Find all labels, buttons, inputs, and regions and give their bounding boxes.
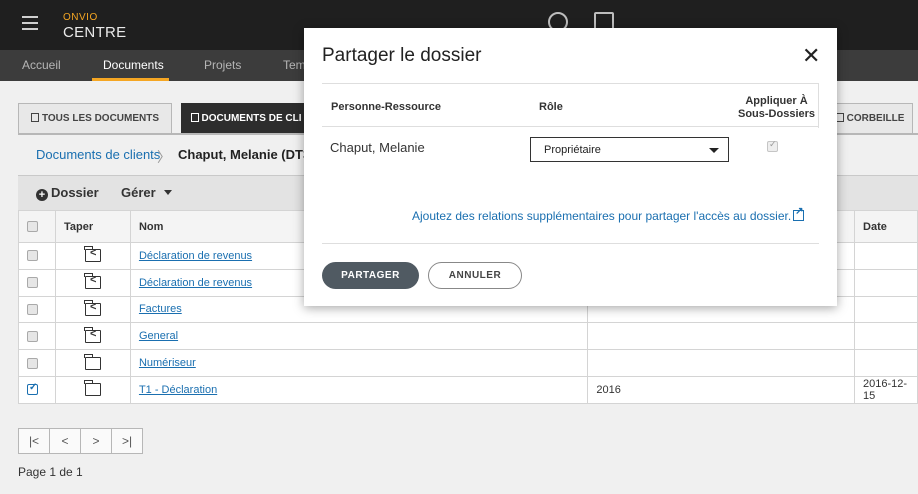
row-name-link[interactable]: Numériseur bbox=[139, 357, 196, 369]
header-role: Rôle bbox=[539, 101, 563, 113]
row-col4 bbox=[587, 349, 856, 377]
role-select-value: Propriétaire bbox=[544, 144, 601, 156]
row-col4: 2016 bbox=[587, 375, 856, 404]
folder-icon bbox=[84, 353, 101, 370]
row-checkbox[interactable] bbox=[27, 277, 38, 289]
document-icon bbox=[30, 113, 39, 122]
first-page-button[interactable]: |< bbox=[18, 428, 50, 454]
brand-logo-small: ONVIO bbox=[63, 12, 98, 23]
shared-folder-icon bbox=[84, 326, 101, 343]
manage-label: Gérer bbox=[121, 185, 156, 200]
close-icon[interactable]: ✕ bbox=[802, 45, 820, 67]
nav-item-temps[interactable]: Tem bbox=[283, 58, 306, 72]
tab-label: TOUS LES DOCUMENTS bbox=[41, 113, 160, 124]
share-button[interactable]: PARTAGER bbox=[322, 262, 419, 289]
divider bbox=[322, 126, 819, 127]
breadcrumb-current: Chaput, Melanie (DT31 bbox=[178, 147, 318, 162]
apply-subfolders-checkbox[interactable] bbox=[767, 139, 778, 152]
row-date bbox=[854, 242, 918, 270]
row-date bbox=[854, 322, 918, 351]
external-link-icon bbox=[793, 206, 805, 221]
breadcrumb-link[interactable]: Documents de clients bbox=[36, 147, 160, 162]
hamburger-menu-icon[interactable] bbox=[22, 16, 38, 30]
contact-name: Chaput, Melanie bbox=[330, 140, 425, 155]
prev-page-button[interactable]: < bbox=[49, 428, 81, 454]
tab-trash[interactable]: CORBEILLE bbox=[827, 103, 913, 134]
share-folder-dialog: Partager le dossier ✕ Personne-Ressource… bbox=[304, 28, 837, 306]
row-name-link[interactable]: Déclaration de revenus bbox=[139, 277, 252, 289]
tab-label: DOCUMENTS DE CLI bbox=[201, 113, 302, 124]
tab-label: CORBEILLE bbox=[846, 113, 905, 124]
table-row[interactable]: General bbox=[18, 322, 918, 351]
divider bbox=[322, 83, 819, 84]
row-name-link[interactable]: T1 - Déclaration bbox=[139, 384, 217, 396]
tab-client-documents[interactable]: DOCUMENTS DE CLI bbox=[181, 103, 311, 134]
nav-item-projets[interactable]: Projets bbox=[204, 58, 241, 72]
row-checkbox[interactable] bbox=[27, 250, 38, 262]
add-folder-button[interactable]: + Dossier bbox=[36, 185, 99, 201]
header-apply-subfolders: Appliquer À Sous-Dossiers bbox=[738, 95, 815, 121]
table-row[interactable]: T1 - Déclaration 2016 2016-12-15 bbox=[18, 375, 918, 404]
role-select[interactable]: Propriétaire bbox=[530, 137, 729, 162]
row-date bbox=[854, 349, 918, 377]
nav-item-documents[interactable]: Documents bbox=[103, 58, 164, 72]
page-info: Page 1 de 1 bbox=[18, 465, 83, 479]
header-type[interactable]: Taper bbox=[54, 210, 131, 243]
row-date: 2016-12-15 bbox=[854, 375, 918, 404]
row-date bbox=[854, 268, 918, 297]
row-checkbox[interactable] bbox=[27, 330, 38, 342]
row-name-link[interactable]: Factures bbox=[139, 303, 182, 315]
nav-item-accueil[interactable]: Accueil bbox=[22, 58, 61, 72]
plus-icon: + bbox=[36, 189, 48, 201]
divider bbox=[322, 243, 819, 244]
add-folder-label: Dossier bbox=[51, 185, 99, 200]
row-checkbox[interactable] bbox=[27, 304, 38, 316]
row-checkbox-checked[interactable] bbox=[27, 382, 38, 396]
caret-down-icon bbox=[163, 190, 172, 195]
row-name-link[interactable]: General bbox=[139, 330, 178, 342]
table-row[interactable]: Numériseur bbox=[18, 349, 918, 377]
people-icon bbox=[190, 113, 199, 122]
header-apply-line1: Appliquer À bbox=[745, 95, 808, 107]
header-apply-line2: Sous-Dossiers bbox=[738, 108, 816, 120]
breadcrumb-separator-icon: 〉 bbox=[157, 149, 171, 165]
row-name-link[interactable]: Déclaration de revenus bbox=[139, 250, 252, 262]
row-checkbox[interactable] bbox=[27, 357, 38, 369]
header-contact: Personne-Ressource bbox=[331, 101, 442, 113]
cancel-button[interactable]: ANNULER bbox=[428, 262, 522, 289]
caret-down-icon bbox=[709, 148, 719, 153]
last-page-button[interactable]: >| bbox=[111, 428, 143, 454]
manage-dropdown[interactable]: Gérer bbox=[121, 185, 172, 200]
header-date[interactable]: Date bbox=[854, 210, 918, 243]
dialog-title: Partager le dossier bbox=[322, 45, 482, 66]
column-divider bbox=[818, 84, 819, 128]
pagination: |< < > >| bbox=[18, 428, 143, 454]
tab-all-documents[interactable]: TOUS LES DOCUMENTS bbox=[18, 103, 172, 134]
folder-icon bbox=[84, 380, 101, 397]
add-relations-link-text: Ajoutez des relations supplémentaires po… bbox=[412, 209, 792, 223]
add-relations-link[interactable]: Ajoutez des relations supplémentaires po… bbox=[412, 206, 805, 223]
brand-logo: CENTRE bbox=[63, 24, 127, 41]
select-all-cell bbox=[18, 210, 56, 243]
next-page-button[interactable]: > bbox=[80, 428, 112, 454]
row-date bbox=[854, 295, 918, 324]
select-all-checkbox[interactable] bbox=[27, 221, 38, 233]
shared-folder-icon bbox=[84, 273, 101, 290]
shared-folder-icon bbox=[84, 299, 101, 316]
shared-folder-icon bbox=[84, 246, 101, 263]
row-col4 bbox=[587, 322, 856, 351]
